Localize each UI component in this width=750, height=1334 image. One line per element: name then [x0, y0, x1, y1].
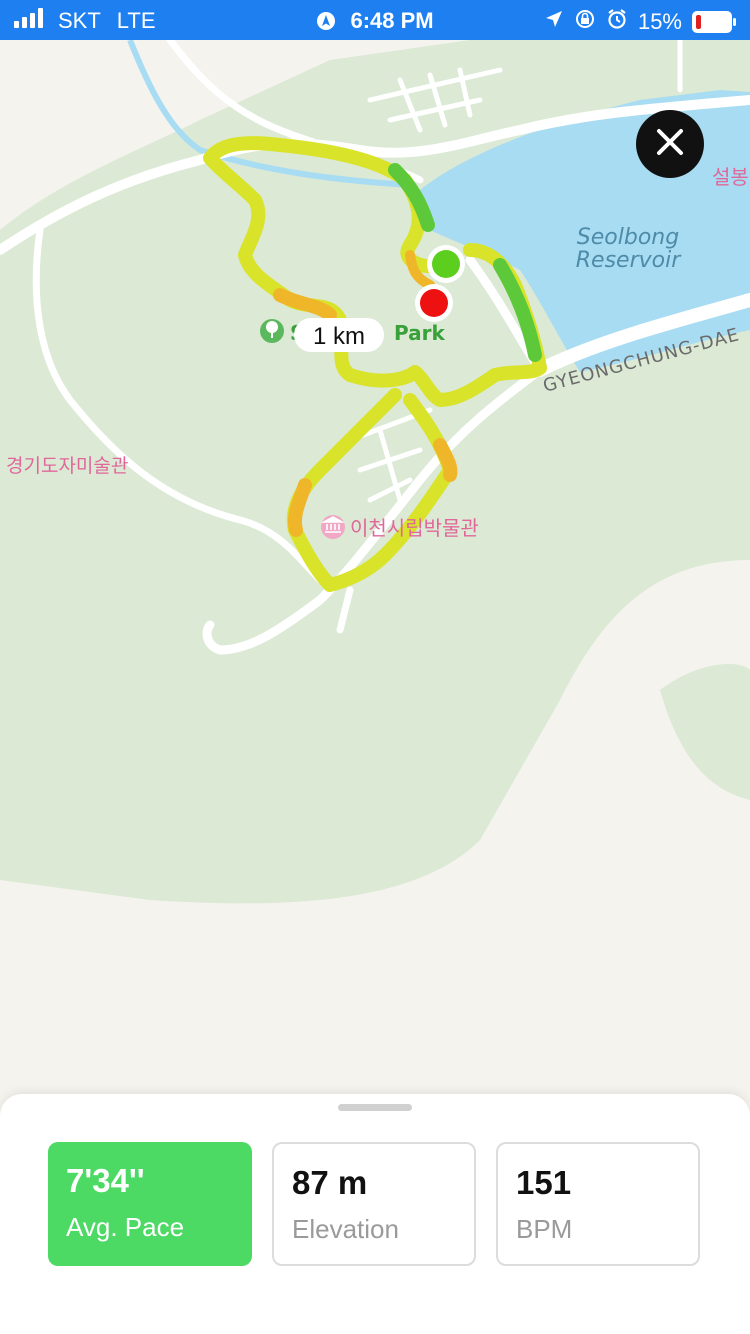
stat-value: 151 [516, 1164, 572, 1201]
battery-icon [692, 11, 736, 33]
route-map[interactable]: Seolbong Reservoir GYEONGCHUNG-DAE 설봉 경기… [0, 40, 750, 1100]
city-museum-label: 이천시립박물관 [350, 516, 479, 540]
edge-poi-label: 설봉 [712, 165, 749, 189]
sheet-grabber[interactable] [338, 1104, 412, 1111]
stat-card-elevation[interactable]: 87 m Elevation [272, 1142, 476, 1266]
navigation-icon [316, 11, 336, 37]
start-marker [427, 245, 465, 283]
park-tree-icon [260, 319, 284, 343]
stat-value: 87 m [292, 1164, 368, 1201]
clock-time: 6:48 PM [350, 8, 434, 33]
rotation-lock-icon [574, 8, 596, 36]
stat-card-pace[interactable]: 7'34'' Avg. Pace [48, 1142, 252, 1266]
distance-marker-label: 1 km [313, 323, 365, 350]
distance-marker: 1 km [294, 318, 384, 352]
stat-label: BPM [516, 1214, 573, 1244]
stat-label: Elevation [292, 1214, 399, 1244]
reservoir-label-line2: Reservoir [576, 248, 682, 273]
stats-sheet: 7'34'' Avg. Pace 87 m Elevation 151 BPM [0, 1094, 750, 1334]
stat-label: Avg. Pace [66, 1212, 185, 1242]
park-label-end: Park [394, 321, 445, 345]
art-museum-label: 경기도자미술관 [6, 455, 128, 477]
close-button[interactable] [636, 110, 704, 178]
alarm-icon [606, 8, 628, 36]
close-icon [655, 127, 685, 162]
end-marker [415, 284, 453, 322]
status-bar: SKT LTE 6:48 PM 15% [0, 0, 750, 40]
stat-card-bpm[interactable]: 151 BPM [496, 1142, 700, 1266]
stat-value: 7'34'' [66, 1162, 145, 1199]
battery-percent: 15% [637, 9, 682, 34]
museum-icon [320, 515, 346, 539]
location-arrow-icon [544, 9, 564, 35]
reservoir-label-line1: Seolbong [577, 225, 679, 250]
